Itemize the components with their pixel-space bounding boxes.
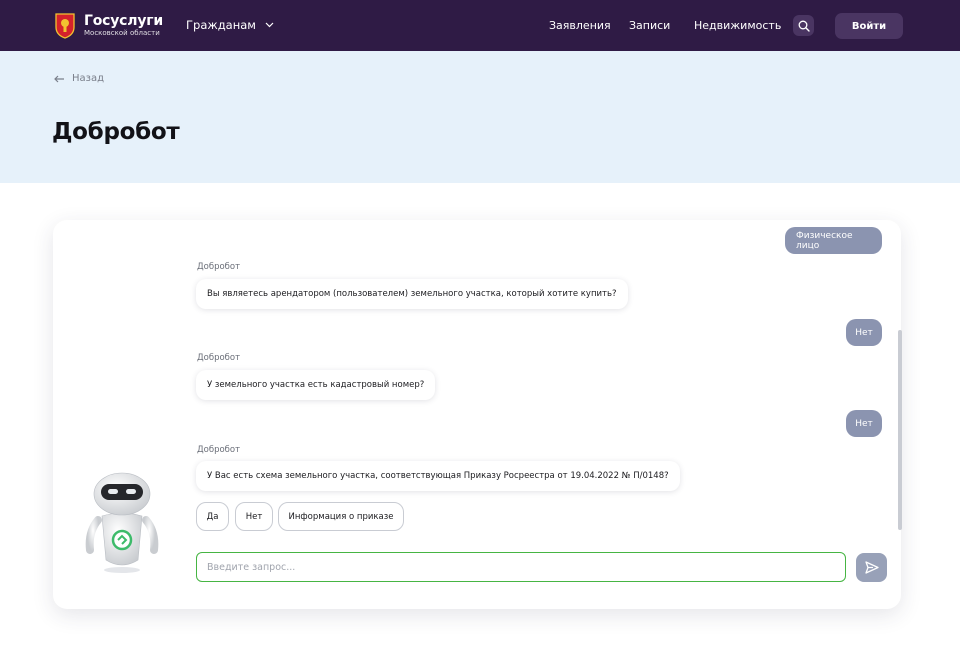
user-message: Нет bbox=[846, 319, 882, 346]
logo-subtitle: Московской области bbox=[84, 28, 160, 37]
search-button[interactable] bbox=[793, 15, 814, 36]
quick-reply-no[interactable]: Нет bbox=[235, 502, 273, 531]
bot-sender-name: Добробот bbox=[197, 262, 241, 272]
search-icon bbox=[798, 20, 810, 32]
page-title: Добробот bbox=[52, 119, 180, 145]
nav-link-realty[interactable]: Недвижимость bbox=[694, 19, 781, 32]
login-button[interactable]: Войти bbox=[835, 13, 903, 39]
top-bar: Госуслуги Московской области Гражданам З… bbox=[0, 0, 960, 51]
bot-message: Вы являетесь арендатором (пользователем)… bbox=[196, 279, 628, 309]
chat-scrollbar[interactable] bbox=[898, 330, 902, 530]
nav-link-appointments[interactable]: Записи bbox=[629, 19, 670, 32]
user-message: Физическое лицо bbox=[785, 227, 882, 254]
bot-sender-name: Добробот bbox=[197, 445, 241, 455]
chat-input[interactable] bbox=[196, 552, 846, 582]
arrow-left-icon bbox=[54, 75, 64, 82]
back-link-label: Назад bbox=[72, 73, 105, 84]
bot-sender-name: Добробот bbox=[197, 353, 241, 363]
crest-icon bbox=[55, 13, 75, 39]
quick-reply-yes[interactable]: Да bbox=[196, 502, 229, 531]
citizens-menu[interactable]: Гражданам bbox=[186, 18, 274, 32]
logo-title: Госуслуги bbox=[84, 12, 163, 29]
bot-message: У земельного участка есть кадастровый но… bbox=[196, 370, 436, 400]
send-button[interactable] bbox=[856, 553, 887, 582]
quick-reply-order-info[interactable]: Информация о приказе bbox=[278, 502, 404, 531]
user-message: Нет bbox=[846, 410, 882, 437]
logo[interactable]: Госуслуги Московской области bbox=[54, 11, 163, 39]
send-icon bbox=[864, 561, 879, 574]
bot-message: У Вас есть схема земельного участка, соо… bbox=[196, 461, 680, 491]
citizens-menu-label: Гражданам bbox=[186, 18, 256, 32]
chevron-down-icon bbox=[265, 22, 274, 28]
nav-link-applications[interactable]: Заявления bbox=[549, 19, 611, 32]
robot-mascot-icon bbox=[85, 472, 159, 573]
back-link[interactable]: Назад bbox=[54, 73, 104, 84]
page-hero: Назад Добробот bbox=[0, 51, 960, 183]
